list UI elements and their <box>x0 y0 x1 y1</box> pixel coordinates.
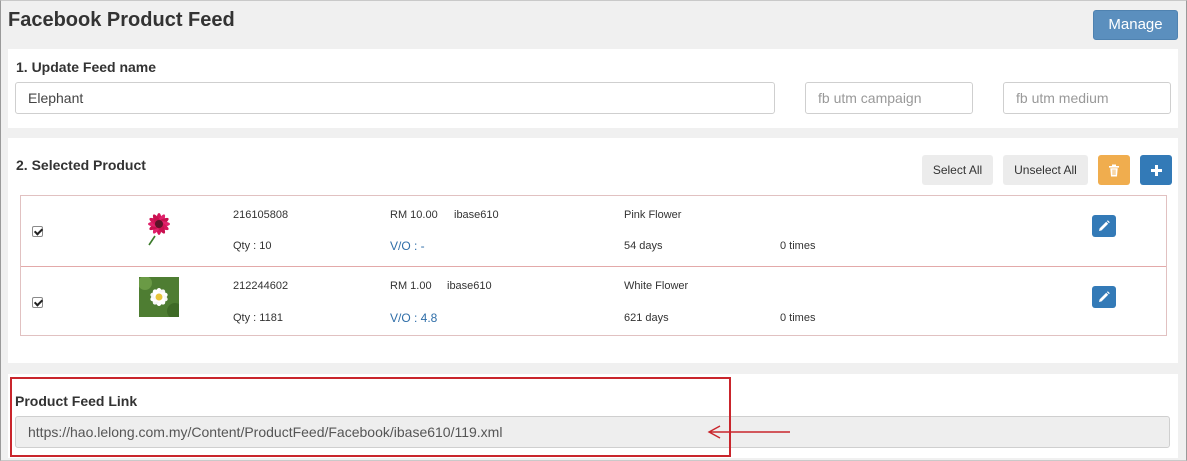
utm-campaign-input[interactable]: fb utm campaign <box>805 82 973 114</box>
product-checkbox[interactable] <box>32 297 43 308</box>
product-vo: V/O : - <box>390 239 425 253</box>
edit-product-button[interactable] <box>1092 286 1116 308</box>
select-all-button[interactable]: Select All <box>922 155 993 185</box>
product-days: 621 days <box>624 312 669 324</box>
feed-link-section-label: Product Feed Link <box>15 393 138 409</box>
product-price: RM 10.00 <box>390 209 438 221</box>
feed-name-panel: 1. Update Feed name Elephant fb utm camp… <box>8 49 1178 128</box>
product-image-pink-flower <box>139 206 179 246</box>
feed-name-input[interactable]: Elephant <box>15 82 775 114</box>
table-row: 212244602 Qty : 1181 RM 1.00 ibase610 V/… <box>21 266 1166 336</box>
product-qty: Qty : 10 <box>233 240 272 252</box>
selected-product-panel: 2. Selected Product Select All Unselect … <box>8 138 1178 363</box>
product-vo: V/O : 4.8 <box>390 311 438 325</box>
feed-link-input[interactable]: https://hao.lelong.com.my/Content/Produc… <box>15 416 1170 448</box>
manage-button[interactable]: Manage <box>1093 10 1178 40</box>
pencil-icon <box>1099 291 1110 302</box>
edit-product-button[interactable] <box>1092 215 1116 237</box>
delete-selected-button[interactable] <box>1098 155 1130 185</box>
product-id: 216105808 <box>233 209 289 221</box>
product-times: 0 times <box>780 312 816 324</box>
product-seller: ibase610 <box>447 280 492 292</box>
product-seller: ibase610 <box>454 209 499 221</box>
feed-name-section-label: 1. Update Feed name <box>16 59 157 75</box>
feed-link-panel: Product Feed Link https://hao.lelong.com… <box>8 374 1178 458</box>
arrow-left-icon <box>707 425 790 439</box>
trash-icon <box>1109 164 1119 176</box>
unselect-all-button[interactable]: Unselect All <box>1003 155 1088 185</box>
selected-product-section-label: 2. Selected Product <box>16 157 146 173</box>
page-title: Facebook Product Feed <box>8 9 235 31</box>
add-product-button[interactable] <box>1140 155 1172 185</box>
product-name: Pink Flower <box>624 209 682 221</box>
product-days: 54 days <box>624 240 663 252</box>
product-times: 0 times <box>780 240 816 252</box>
utm-medium-input[interactable]: fb utm medium <box>1003 82 1171 114</box>
product-checkbox[interactable] <box>32 226 43 237</box>
product-table: 216105808 Qty : 10 RM 10.00 ibase610 V/O… <box>20 195 1167 336</box>
product-qty: Qty : 1181 <box>233 312 283 324</box>
plus-icon <box>1150 164 1162 176</box>
pencil-icon <box>1099 220 1110 231</box>
product-name: White Flower <box>624 280 689 292</box>
product-id: 212244602 <box>233 280 289 292</box>
table-row: 216105808 Qty : 10 RM 10.00 ibase610 V/O… <box>21 196 1166 266</box>
product-price: RM 1.00 <box>390 280 432 292</box>
product-image-white-flower <box>139 277 179 317</box>
